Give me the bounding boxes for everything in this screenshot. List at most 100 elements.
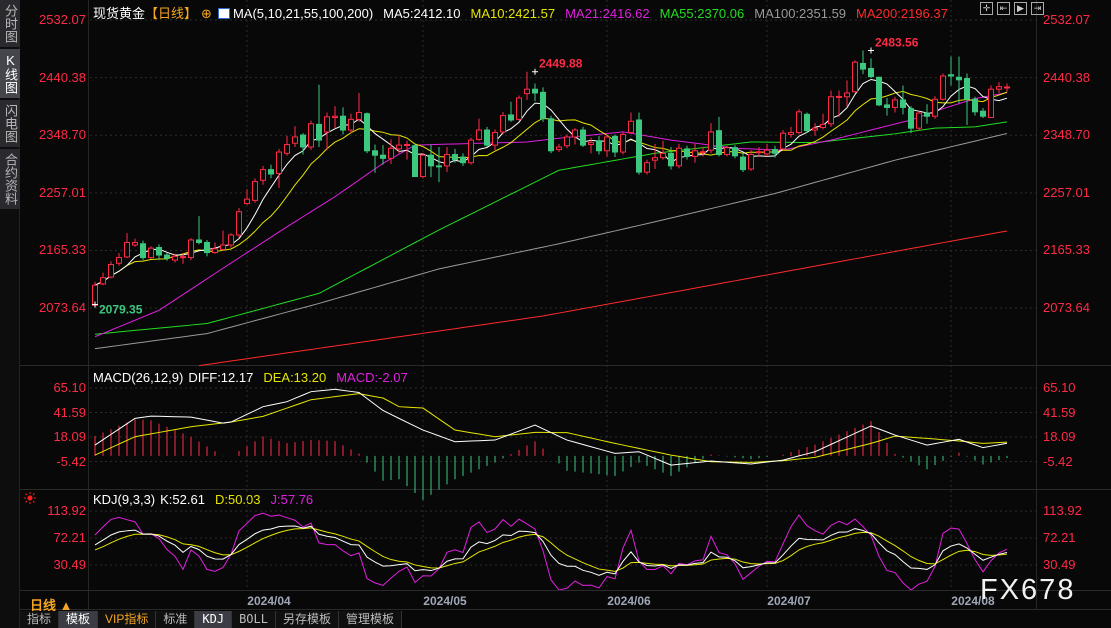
candle-body xyxy=(636,119,642,173)
candle-body xyxy=(308,123,314,148)
candle-body xyxy=(908,108,914,129)
candle-body xyxy=(420,154,426,178)
candle-body xyxy=(676,147,682,167)
candle-body xyxy=(212,248,218,254)
candle-body xyxy=(404,143,410,146)
right-axis-tick: 2073.64 xyxy=(1043,300,1090,316)
candle-body xyxy=(380,154,386,159)
kline-chart[interactable]: 2483.56 2449.88 2079.35 xyxy=(90,0,1036,590)
candle-body xyxy=(772,149,778,154)
candle-body xyxy=(620,133,626,153)
candle-body xyxy=(284,143,290,154)
sidebar-tab-timeshare[interactable]: 分时图 xyxy=(0,0,20,47)
candle-body xyxy=(860,62,866,70)
candle-body xyxy=(388,147,394,159)
candle-body xyxy=(172,255,178,261)
candle-body xyxy=(164,254,170,259)
kdj-left-tick: 30.49 xyxy=(53,557,86,573)
candle-body xyxy=(596,140,602,152)
candle-body xyxy=(1004,86,1010,89)
candle-body xyxy=(732,147,738,157)
candle-body xyxy=(764,149,770,155)
candle-body xyxy=(364,113,370,152)
right-axis-tick: 2348.70 xyxy=(1043,127,1090,143)
candle-body xyxy=(484,129,490,146)
candle-body xyxy=(940,75,946,100)
sidebar-tab-flash[interactable]: 闪电图 xyxy=(0,100,20,147)
right-axis-border xyxy=(1036,0,1037,610)
candle-body xyxy=(588,142,594,145)
date-tick: 2024/06 xyxy=(607,594,651,608)
candle-body xyxy=(644,162,650,173)
left-axis-tick: 2348.70 xyxy=(39,127,86,143)
sidebar-tab-kline[interactable]: K线图 xyxy=(0,49,20,98)
tab-standard[interactable]: 标准 xyxy=(156,611,196,628)
candle-body xyxy=(124,241,130,258)
left-axis-border xyxy=(88,0,89,610)
macd-right-tick: 65.10 xyxy=(1043,380,1076,396)
tab-indicators[interactable]: 指标 xyxy=(20,611,60,628)
candle-body xyxy=(540,91,546,120)
candle-body xyxy=(612,135,618,153)
candle-body xyxy=(428,154,434,167)
panel-divider xyxy=(20,590,1111,591)
candle-body xyxy=(660,152,666,159)
candle-body xyxy=(204,241,210,254)
candle-body xyxy=(740,156,746,171)
candle-body xyxy=(492,132,498,146)
candle-body xyxy=(788,132,794,135)
candle-body xyxy=(452,154,458,161)
candle-body xyxy=(476,129,482,140)
candle-body xyxy=(844,92,850,98)
candle-body xyxy=(268,169,274,175)
candle-body xyxy=(948,74,954,77)
candle-body xyxy=(436,165,442,168)
macd-right-tick: -5.42 xyxy=(1043,453,1073,469)
candle-body xyxy=(868,67,874,78)
tab-kdj[interactable]: KDJ xyxy=(195,611,233,628)
candle-body xyxy=(900,99,906,108)
candle-body xyxy=(460,156,466,164)
left-axis-tick: 2073.64 xyxy=(39,300,86,316)
candle-body xyxy=(100,277,106,285)
candle-body xyxy=(628,120,634,134)
candle-body xyxy=(708,131,714,151)
candle-body xyxy=(300,134,306,148)
tab-save-template[interactable]: 另存模板 xyxy=(275,611,339,628)
candle-body xyxy=(292,136,298,144)
candle-body xyxy=(572,129,578,138)
tab-vip-indicators[interactable]: VIP指标 xyxy=(98,611,157,628)
candle-body xyxy=(828,96,834,125)
candle-body xyxy=(252,181,258,201)
candle-body xyxy=(220,244,226,250)
candle-body xyxy=(652,157,658,161)
candle-body xyxy=(236,211,242,236)
tab-boll[interactable]: BOLL xyxy=(232,611,276,628)
tab-manage-templates[interactable]: 管理模板 xyxy=(339,611,403,628)
candle-body xyxy=(396,144,402,150)
tab-templates[interactable]: 模板 xyxy=(59,611,99,628)
kdj-right-tick: 113.92 xyxy=(1043,503,1082,519)
candle-body xyxy=(836,95,842,98)
candle-body xyxy=(508,114,514,121)
sidebar: 分时图 K线图 闪电图 合约资料 xyxy=(0,0,20,628)
left-axis-tick: 2532.07 xyxy=(39,12,86,28)
date-tick: 2024/07 xyxy=(767,594,811,608)
ma-line-ma200 xyxy=(198,230,1008,367)
candle-body xyxy=(748,154,754,170)
candle-body xyxy=(820,123,826,129)
candle-body xyxy=(556,146,562,151)
candle-body xyxy=(924,112,930,117)
macd-left-tick: 18.09 xyxy=(53,429,86,445)
sidebar-tab-contract-info[interactable]: 合约资料 xyxy=(0,149,20,209)
kdj-left-tick: 113.92 xyxy=(47,503,86,519)
candle-body xyxy=(244,198,250,205)
left-axis-tick: 2165.33 xyxy=(39,242,86,258)
candle-body xyxy=(780,132,786,150)
candle-body xyxy=(892,99,898,108)
dea-line xyxy=(94,393,1008,463)
candle-body xyxy=(516,97,522,120)
left-axis-tick: 2257.01 xyxy=(39,184,86,200)
candle-body xyxy=(804,113,810,132)
right-axis-tick: 2532.07 xyxy=(1043,12,1090,28)
